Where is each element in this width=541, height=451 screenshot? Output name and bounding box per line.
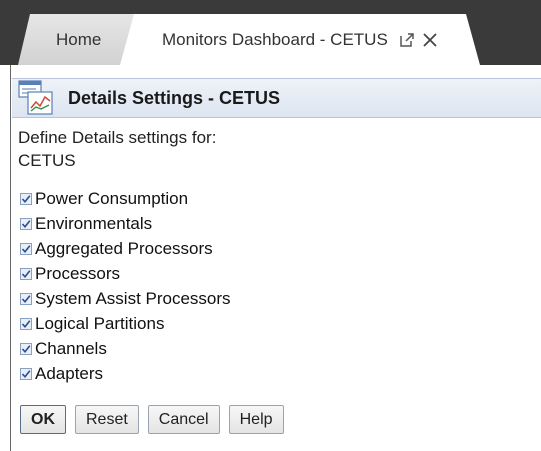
ok-button[interactable]: OK — [20, 405, 66, 434]
option-label: Power Consumption — [35, 188, 189, 208]
option-processors[interactable]: Processors — [20, 261, 231, 286]
define-label: Define Details settings for: — [18, 128, 217, 147]
page-title: Details Settings - CETUS — [68, 87, 281, 108]
tab-bar: Home Monitors Dashboard - CETUS — [0, 0, 541, 65]
checkbox-icon[interactable] — [20, 217, 32, 230]
option-channels[interactable]: Channels — [20, 336, 231, 361]
checkbox-icon[interactable] — [20, 292, 32, 305]
details-settings-icon — [18, 80, 54, 116]
option-label: Channels — [35, 338, 107, 358]
option-label: Environmentals — [35, 213, 153, 233]
option-environmentals[interactable]: Environmentals — [20, 211, 231, 236]
cancel-button[interactable]: Cancel — [147, 405, 220, 434]
checkbox-icon[interactable] — [20, 317, 32, 330]
checkbox-icon[interactable] — [20, 242, 32, 255]
option-label: System Assist Processors — [35, 288, 231, 308]
tab-monitors-dashboard-label: Monitors Dashboard - CETUS — [162, 29, 388, 49]
details-options-list: Power Consumption Environmentals Aggrega… — [20, 186, 231, 386]
checkbox-icon[interactable] — [20, 342, 32, 355]
option-system-assist-processors[interactable]: System Assist Processors — [20, 286, 231, 311]
system-name: CETUS — [18, 151, 76, 170]
checkbox-icon[interactable] — [20, 192, 32, 205]
option-label: Aggregated Processors — [35, 238, 213, 258]
option-label: Processors — [35, 263, 121, 283]
option-adapters[interactable]: Adapters — [20, 361, 231, 386]
option-logical-partitions[interactable]: Logical Partitions — [20, 311, 231, 336]
checkbox-icon[interactable] — [20, 267, 32, 280]
dialog-buttons: OK Reset Cancel Help — [20, 405, 284, 434]
tab-monitors-dashboard[interactable]: Monitors Dashboard - CETUS — [120, 14, 480, 65]
option-label: Logical Partitions — [35, 313, 165, 333]
popout-icon[interactable] — [397, 30, 417, 50]
reset-button[interactable]: Reset — [75, 405, 139, 434]
checkbox-icon[interactable] — [20, 367, 32, 380]
tab-home-label: Home — [56, 29, 102, 49]
define-description: Define Details settings for: CETUS — [18, 126, 216, 172]
help-button[interactable]: Help — [228, 405, 284, 434]
option-label: Adapters — [35, 363, 104, 383]
close-icon[interactable] — [420, 30, 440, 50]
settings-header: Details Settings - CETUS — [12, 78, 541, 118]
option-power-consumption[interactable]: Power Consumption — [20, 186, 231, 211]
option-aggregated-processors[interactable]: Aggregated Processors — [20, 236, 231, 261]
